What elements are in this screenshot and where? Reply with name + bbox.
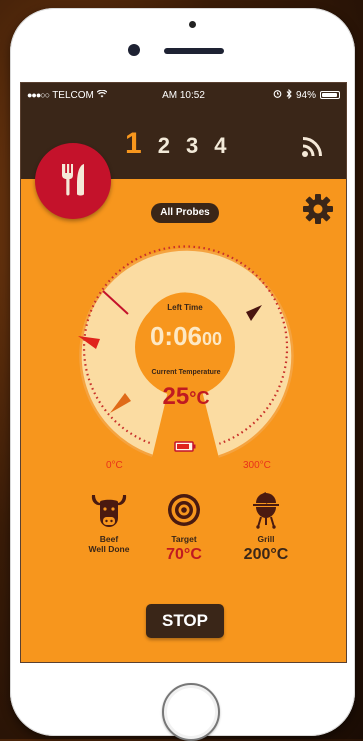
- doneness-label: Well Done: [88, 544, 130, 554]
- phone-camera: [128, 44, 140, 56]
- home-button[interactable]: [162, 683, 220, 741]
- scale-min-label: 0°C: [106, 460, 123, 471]
- stop-button[interactable]: STOP: [146, 604, 224, 638]
- target-icon: [144, 491, 224, 534]
- current-temperature-value: 25: [162, 383, 190, 410]
- fork-knife-icon: [58, 161, 88, 202]
- battery-low-icon: [174, 441, 196, 452]
- app-logo[interactable]: [35, 143, 111, 219]
- left-time-label: Left Time: [167, 303, 203, 312]
- time-remaining: 0:0600: [134, 321, 238, 352]
- scale-max-label: 300°C: [243, 460, 271, 471]
- cow-icon: [69, 491, 149, 534]
- meat-info[interactable]: Beef Well Done: [69, 491, 149, 554]
- target-temperature: 70°C: [166, 546, 202, 563]
- time-remaining-seconds: 00: [202, 329, 223, 349]
- grill-label: Grill: [257, 534, 275, 544]
- grill-info[interactable]: Grill 200°C: [226, 491, 306, 564]
- target-label: Target: [171, 534, 197, 544]
- grill-icon: [226, 491, 306, 534]
- target-info[interactable]: Target 70°C: [144, 491, 224, 564]
- phone-sensor: [189, 21, 196, 28]
- current-temperature: 25°C: [141, 383, 231, 411]
- current-temperature-unit: °C: [189, 388, 210, 408]
- meat-type-label: Beef: [99, 534, 119, 544]
- grill-temperature: 200°C: [243, 546, 289, 563]
- time-remaining-main: 0:06: [149, 321, 202, 351]
- app-screen: ●●●○○ TELCOM AM 10:52 94% 1 2 3 4 All Pr…: [20, 82, 347, 663]
- current-temperature-label: Current Temperature: [151, 369, 221, 376]
- phone-speaker: [164, 48, 224, 54]
